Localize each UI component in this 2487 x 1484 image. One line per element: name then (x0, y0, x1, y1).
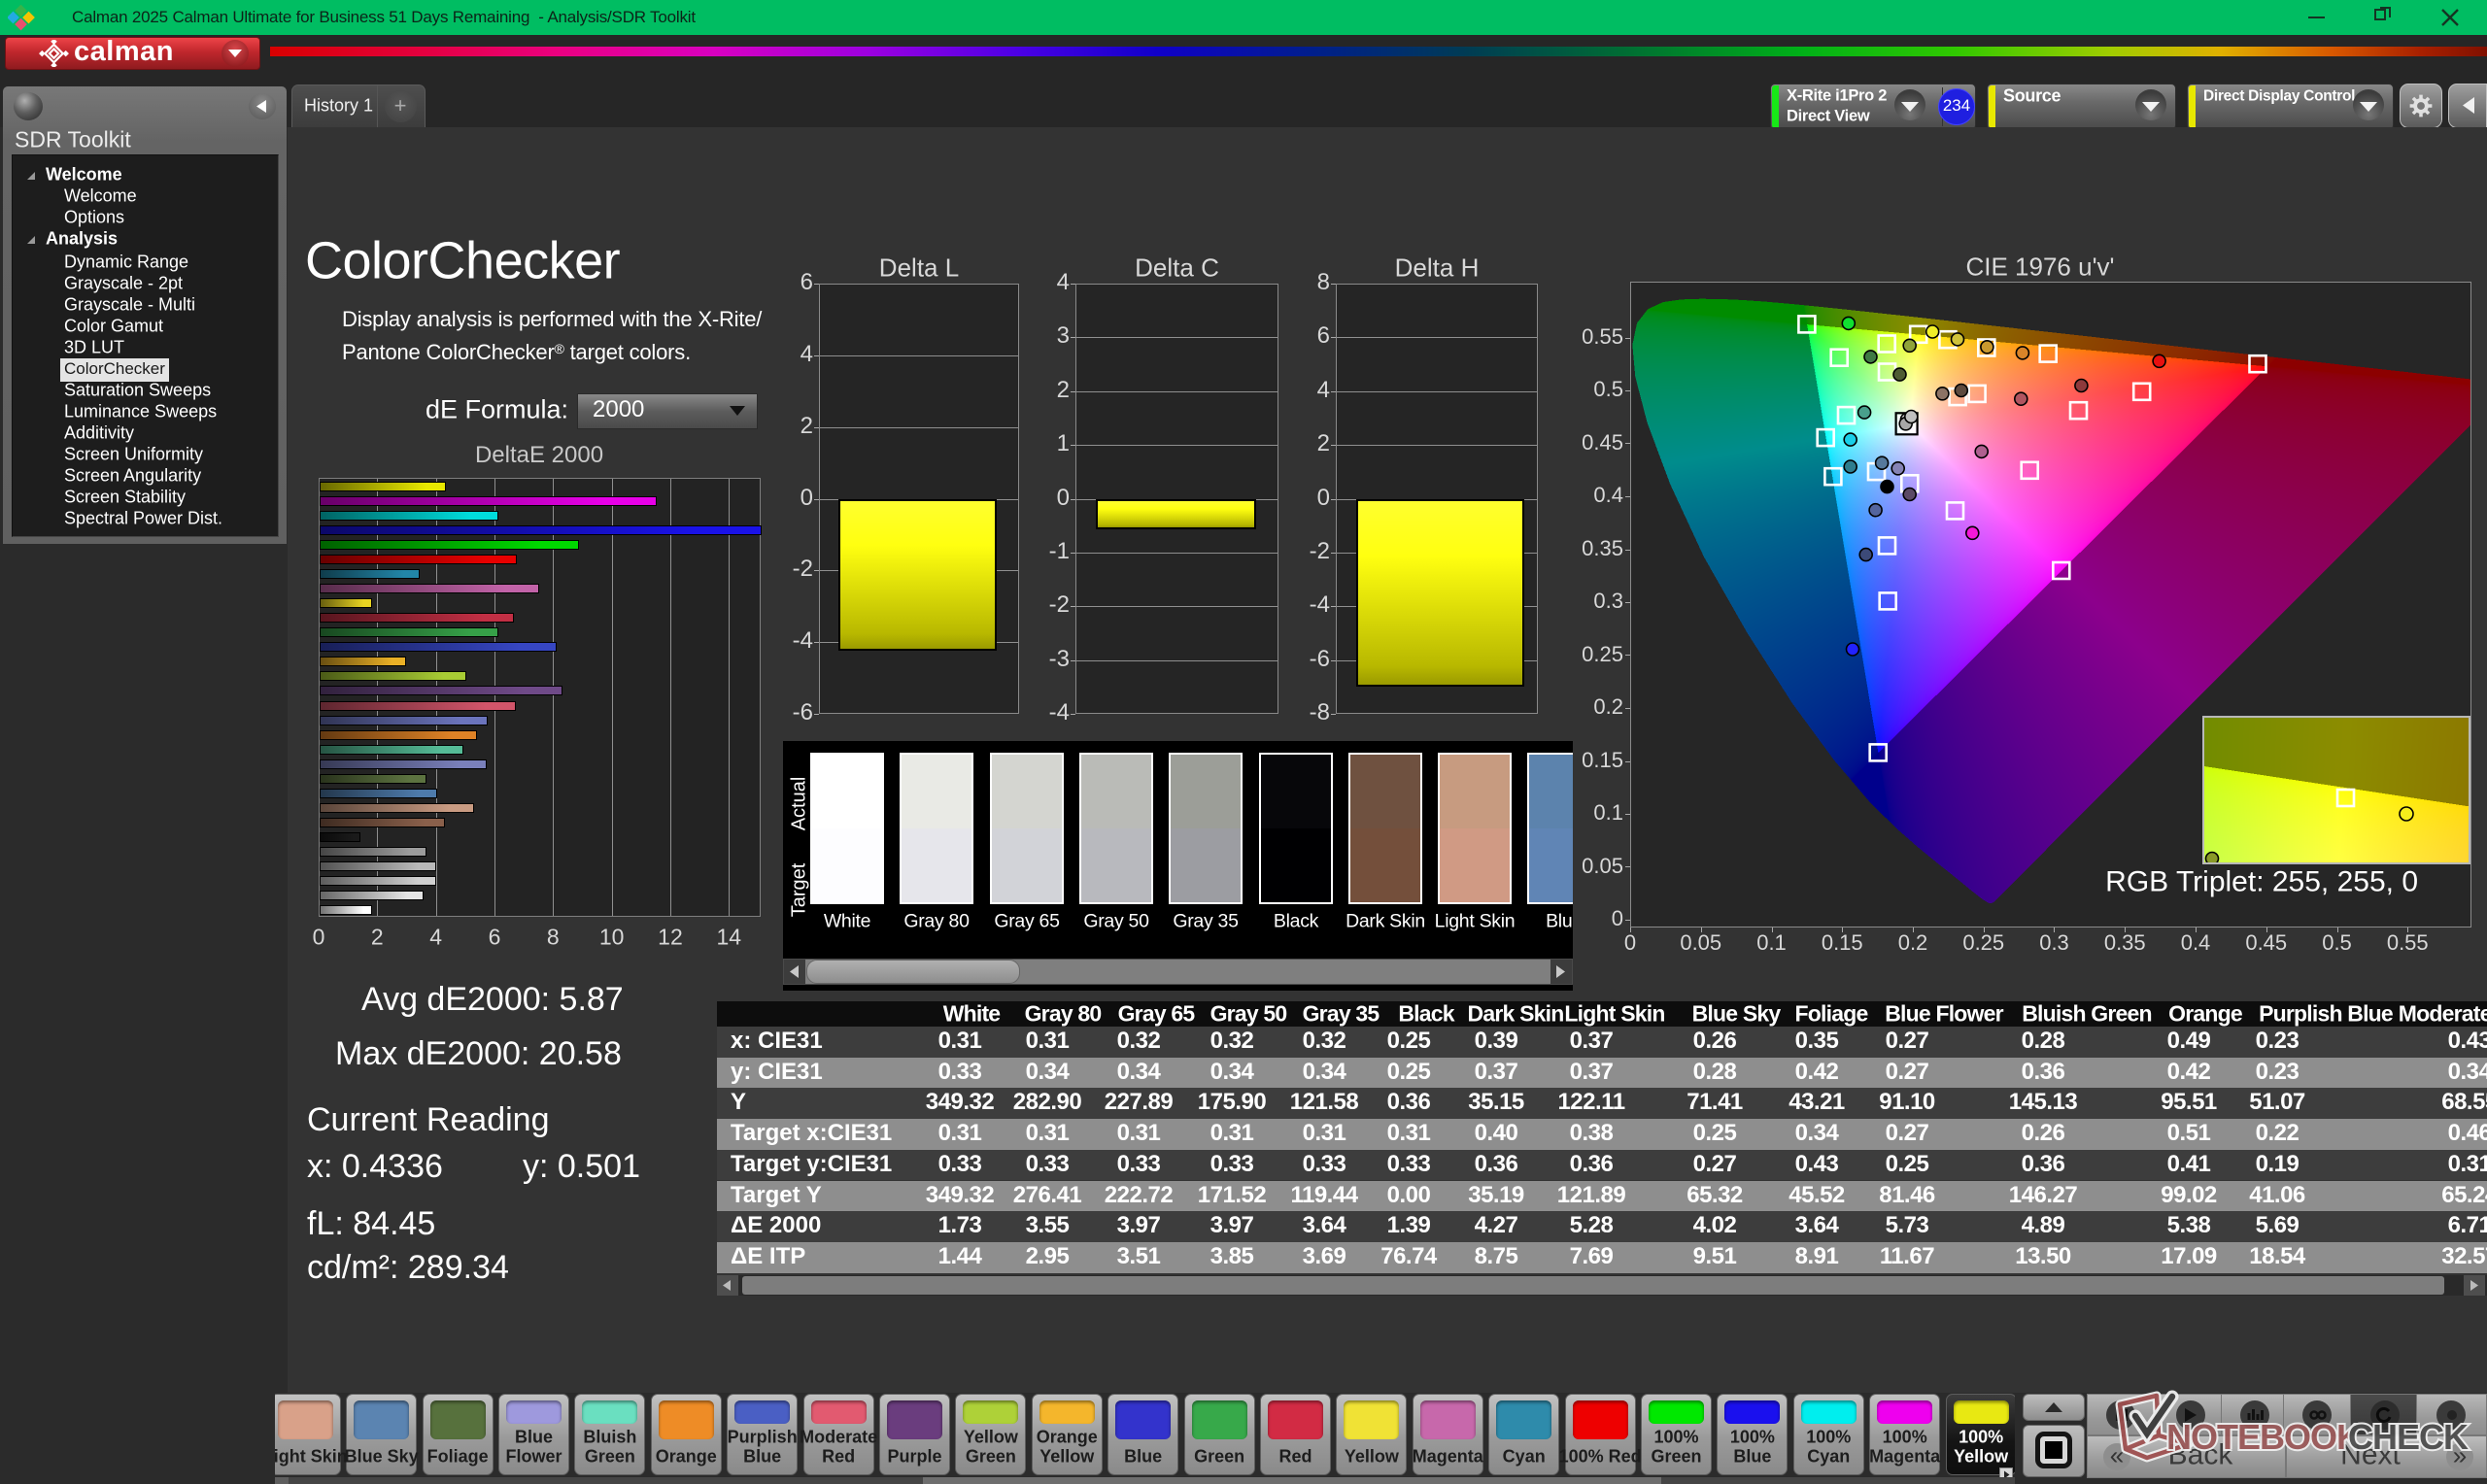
svg-text:NOTEBOOK: NOTEBOOK (2166, 1417, 2362, 1457)
svg-text:CHECK: CHECK (2348, 1417, 2469, 1457)
